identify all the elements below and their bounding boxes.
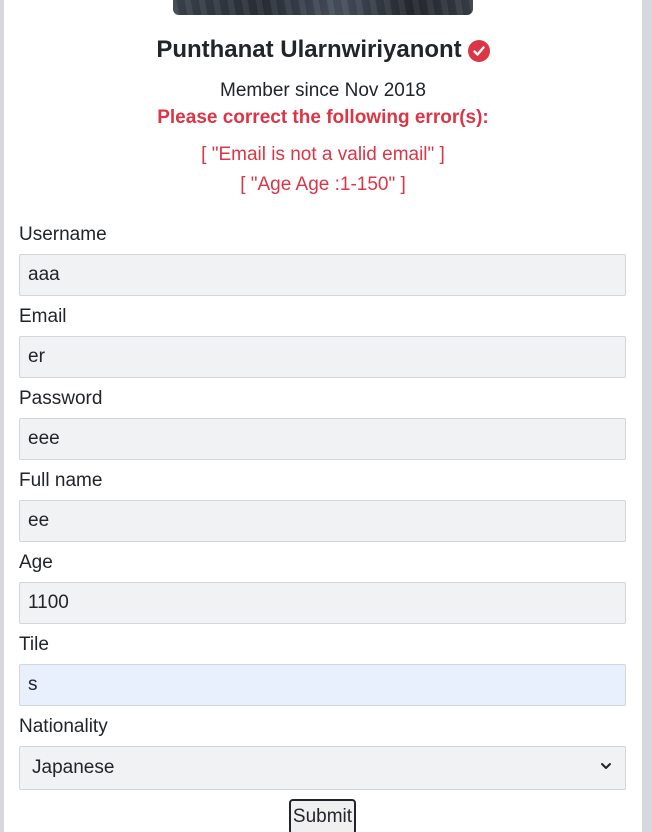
password-label: Password — [19, 388, 103, 409]
username-label: Username — [19, 224, 107, 245]
fullname-value: ee — [28, 510, 50, 531]
member-since: Member since Nov 2018 — [220, 80, 426, 101]
profile-card: Punthanat Ularnwiriyanont Member since N… — [4, 0, 642, 832]
tile-field[interactable]: s — [19, 664, 626, 706]
password-value: eee — [28, 428, 60, 449]
age-value: 1100 — [28, 592, 69, 613]
chevron-down-icon — [599, 757, 613, 779]
error-message: [ "Email is not a valid email" ] — [201, 144, 445, 165]
nationality-selected: Japanese — [32, 757, 115, 778]
fullname-label: Full name — [19, 470, 103, 491]
password-field[interactable]: eee — [19, 418, 626, 460]
tile-value: s — [28, 674, 38, 695]
age-field[interactable]: 1100 — [19, 582, 626, 624]
profile-header: Punthanat Ularnwiriyanont — [4, 36, 642, 64]
tile-label: Tile — [19, 634, 49, 655]
username-field[interactable]: aaa — [19, 254, 626, 296]
check-circle-icon — [467, 40, 490, 62]
email-label: Email — [19, 306, 67, 327]
fullname-field[interactable]: ee — [19, 500, 626, 542]
email-value: er — [28, 346, 45, 367]
age-label: Age — [19, 552, 53, 573]
nationality-select[interactable]: Japanese — [19, 746, 626, 790]
email-field[interactable]: er — [19, 336, 626, 378]
username-value: aaa — [28, 264, 60, 285]
submit-button[interactable]: Submit — [289, 799, 356, 832]
profile-name: Punthanat Ularnwiriyanont — [156, 36, 462, 63]
profile-photo — [173, 0, 473, 15]
error-title: Please correct the following error(s): — [157, 107, 489, 128]
nationality-label: Nationality — [19, 716, 108, 737]
error-message: [ "Age Age :1-150" ] — [240, 174, 406, 195]
